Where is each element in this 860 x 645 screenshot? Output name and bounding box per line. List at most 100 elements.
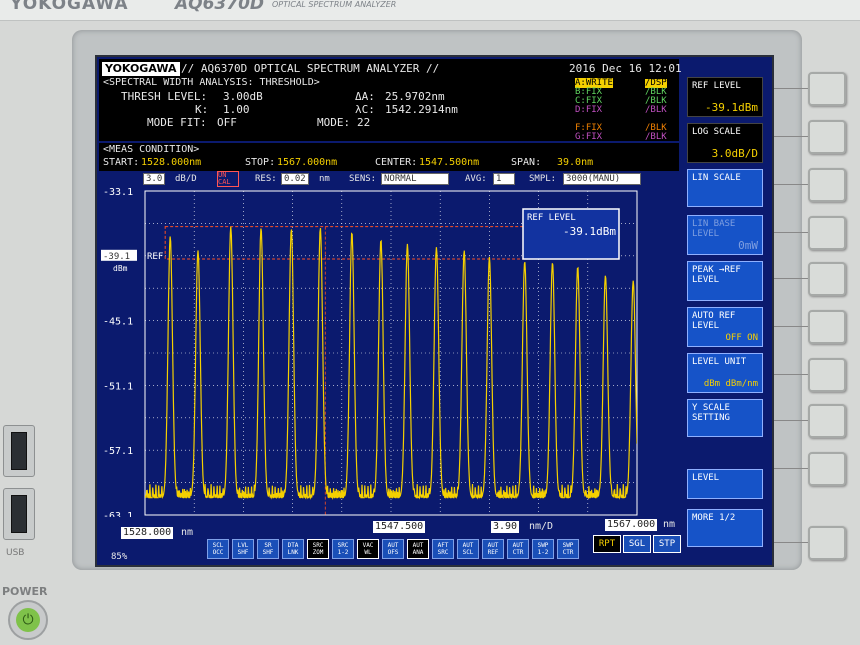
stop-label: STOP: [245,157,276,168]
brand-logo: YOKOGAWA [10,0,129,14]
hardware-softkey-9[interactable] [808,452,846,486]
softkey-connector [770,468,808,469]
thresh-value: 3.00dB [223,90,263,103]
usb-port-2[interactable] [3,488,35,540]
bottom-button[interactable]: SRC 1-2 [332,539,354,559]
softkey-label: LIN SCALE [692,173,741,183]
thresh-label: THRESH LEVEL: [121,90,208,103]
analysis-mode: <SPECTRAL WIDTH ANALYSIS: THRESHOLD> [103,77,320,88]
hardware-softkey-7[interactable] [808,358,846,392]
meas-condition: <MEAS CONDITION> START: 1528.000nm STOP:… [99,143,679,171]
analyzer-screen: YOKOGAWA // AQ6370D OPTICAL SPECTRUM ANA… [95,55,774,567]
bottom-button[interactable]: AUT CTR [507,539,529,559]
y-tick-label: -45.1 [103,317,133,328]
avg-label: AVG: [465,174,487,184]
model-subtitle: OPTICAL SPECTRUM ANALYZER [272,0,397,9]
bottom-button[interactable]: AUT OFS [382,539,404,559]
hardware-softkey-10[interactable] [808,526,846,560]
y-tick-label: -63.1 [103,511,133,517]
bottom-button[interactable]: AUT ANA [407,539,429,559]
hardware-softkey-3[interactable] [808,168,846,202]
ref-box-title: REF LEVEL [527,213,576,223]
softkey-6[interactable]: AUTO REF LEVEL OFF ON [687,307,763,347]
instrument-top-bezel: YOKOGAWA AQ6370D OPTICAL SPECTRUM ANALYZ… [0,0,860,21]
scale-unit: dB/D [175,174,197,184]
trace-label: D:FIX [575,105,603,115]
softkey-3[interactable]: LIN SCALE [687,169,763,207]
power-icon: ⏻ [16,608,40,632]
meas-title: <MEAS CONDITION> [103,144,200,155]
softkey-value: dBm dBm/nm [703,379,758,389]
mode-label: MODE: [317,116,351,129]
bottom-button[interactable]: SWP CTR [557,539,579,559]
softkey-8[interactable]: Y SCALE SETTING [687,399,763,437]
x-start-label: 1528.000 [121,527,174,539]
sens-field[interactable]: NORMAL [381,173,449,185]
screen-logo: YOKOGAWA [102,62,180,76]
softkey-label: AUTO REF LEVEL [692,311,736,331]
softkey-connector [770,278,808,279]
bottom-button[interactable]: SRC ZOM [307,539,329,559]
softkey-connector [770,136,808,137]
softkey-9[interactable]: LEVEL [687,469,763,499]
center-wl-value: 1542.2914nm [385,103,458,116]
bottom-button[interactable]: SR SHF [257,539,279,559]
smpl-label: SMPL: [529,174,557,184]
trace-state: /BLK [645,132,667,142]
usb-label: USB [6,548,25,558]
trace-status: A:WRITE/DSP B:FIX/BLK C:FIX/BLK D:FIX/BLK F:… [573,77,677,142]
status-text: 85% [111,552,128,562]
sweep-mode-rpt[interactable]: RPT [593,535,621,553]
softkey-label: LOG SCALE [692,127,741,137]
bottom-button[interactable]: AFT SRC [432,539,454,559]
scale-field[interactable]: 3.0 [143,173,166,185]
delta-label: ΔA: [355,90,375,103]
bottom-button[interactable]: LVL SHF [232,539,254,559]
screen-title: // AQ6370D OPTICAL SPECTRUM ANALYZER // [181,62,440,75]
hardware-softkey-8[interactable] [808,404,846,438]
bottom-button[interactable]: AUT REF [482,539,504,559]
y-tick-label: -51.1 [103,381,133,392]
bottom-button[interactable]: SCL OCC [207,539,229,559]
center-wl-label: λC: [355,103,375,116]
res-field[interactable]: 0.02 [281,173,309,185]
softkey-2[interactable]: LOG SCALE 3.0dB/D [687,123,763,163]
hardware-softkey-6[interactable] [808,310,846,344]
hardware-softkey-1[interactable] [808,72,846,106]
softkey-value: 3.0dB/D [711,147,758,160]
settings-bar: 3.0 dB/D UN CAL RES: 0.02 nm SENS: NORMA… [127,171,667,187]
softkey-10[interactable]: MORE 1/2 [687,509,763,547]
usb-port-1[interactable] [3,425,35,477]
hardware-softkey-4[interactable] [808,216,846,250]
trace-row: D:FIX/BLK [575,105,667,115]
sweep-mode-stp[interactable]: STP [653,535,681,553]
avg-field[interactable]: 1 [493,173,515,185]
span-value: 39.0nm [557,157,594,168]
k-label: K: [195,103,209,116]
sweep-mode-sgl[interactable]: SGL [623,535,651,553]
smpl-field[interactable]: 3000(MANU) [563,173,641,185]
x-stop-unit: nm [663,519,676,530]
softkey-label: LEVEL UNIT [692,357,747,367]
bottom-button[interactable]: SWP 1-2 [532,539,554,559]
hardware-softkey-2[interactable] [808,120,846,154]
bottom-button[interactable]: DTA LNK [282,539,304,559]
delta-value: 25.9702nm [385,90,445,103]
softkey-4[interactable]: LIN BASE LEVEL 0mW [687,215,763,255]
bottom-button[interactable]: VAC WL [357,539,379,559]
softkey-5[interactable]: PEAK →REF LEVEL [687,261,763,301]
softkey-1[interactable]: REF LEVEL -39.1dBm [687,77,763,117]
power-button[interactable]: ⏻ [8,600,48,640]
res-unit: nm [319,174,330,184]
model-name: AQ6370D [175,0,265,14]
center-value: 1547.500nm [419,157,480,168]
spectrum-plot[interactable]: -33.1 -45.1 -51.1 -57.1 -63.1 -39.1 dBm REF REF … [97,187,677,522]
k-value: 1.00 [223,103,250,116]
softkey-label: Y SCALE SETTING [692,403,730,423]
softkey-7[interactable]: LEVEL UNIT dBm dBm/nm [687,353,763,393]
x-scale-unit: nm/D [529,521,554,532]
trace-row: G:FIX/BLK [575,133,667,142]
bottom-button[interactable]: AUT SCL [457,539,479,559]
hardware-softkey-5[interactable] [808,262,846,296]
mode-value: 22 [357,116,371,129]
